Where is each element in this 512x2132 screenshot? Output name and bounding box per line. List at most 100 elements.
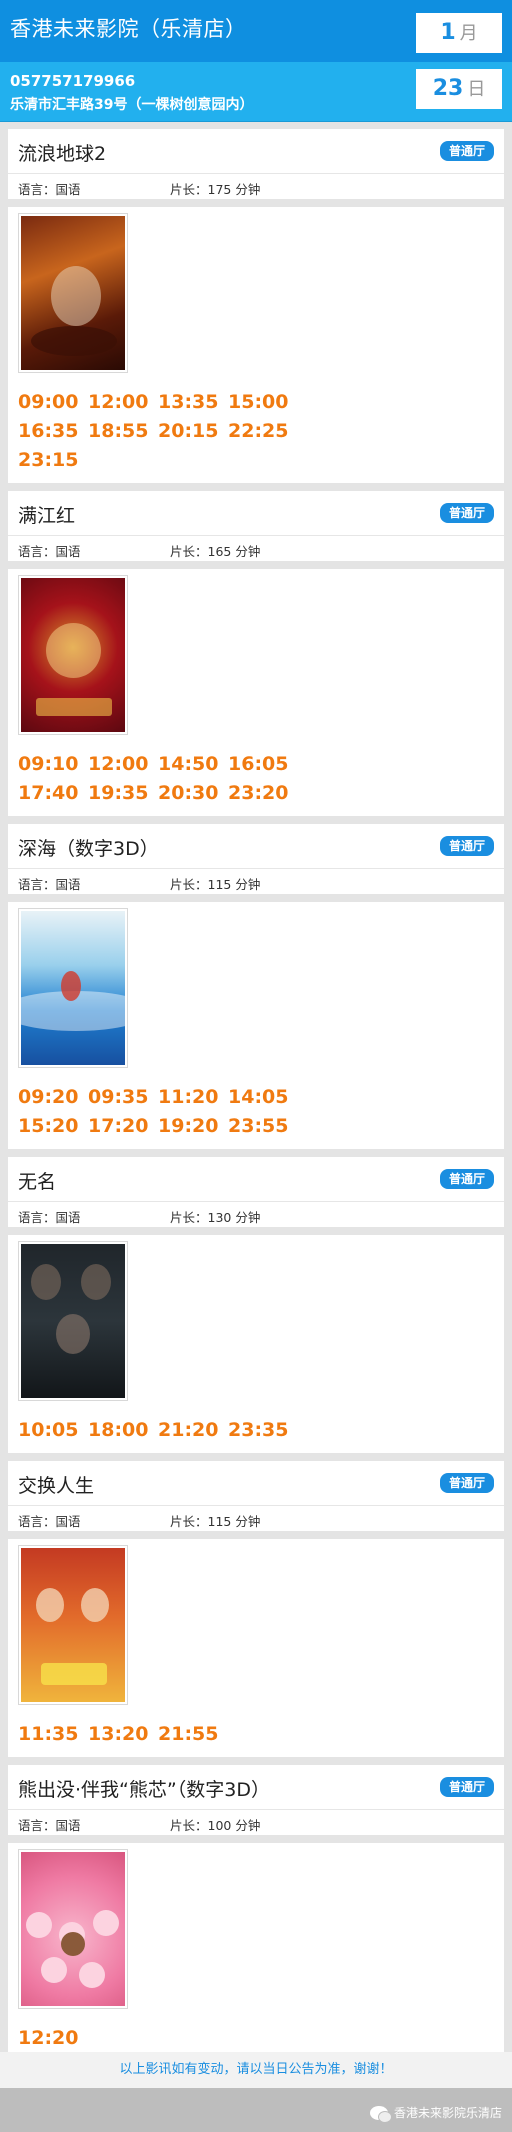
day-box: 23 日 bbox=[416, 69, 502, 109]
showtimes: 10:05 18:00 21:20 23:35 bbox=[18, 1417, 308, 1443]
showtime[interactable]: 09:20 bbox=[18, 1084, 88, 1110]
movie-language: 语言：国语 bbox=[18, 182, 81, 197]
showtime[interactable]: 10:05 bbox=[18, 1417, 88, 1443]
movie-header: 满江红 普通厅 bbox=[8, 491, 504, 535]
showtime[interactable]: 13:35 bbox=[158, 389, 228, 415]
showtime[interactable]: 16:05 bbox=[228, 751, 298, 777]
wechat-icon bbox=[369, 2105, 392, 2123]
showtime[interactable]: 18:55 bbox=[88, 418, 158, 444]
movie-card: 流浪地球2 普通厅 语言：国语 片长：175 分钟 09:00 12:00 13… bbox=[8, 129, 504, 483]
showtime[interactable]: 22:25 bbox=[228, 418, 298, 444]
showtime[interactable]: 20:30 bbox=[158, 780, 228, 806]
showtime[interactable]: 15:20 bbox=[18, 1113, 88, 1139]
showtime[interactable]: 11:20 bbox=[158, 1084, 228, 1110]
showtime[interactable]: 17:20 bbox=[88, 1113, 158, 1139]
page: 香港未来影院（乐清店） 1月 057757179966 乐清市汇丰路39号（一棵… bbox=[0, 0, 512, 2132]
showtime[interactable]: 09:00 bbox=[18, 389, 88, 415]
showtime[interactable]: 09:10 bbox=[18, 751, 88, 777]
movie-title[interactable]: 流浪地球2 bbox=[18, 139, 106, 166]
showtimes: 12:20 bbox=[18, 2025, 308, 2051]
showtimes: 09:20 09:35 11:20 14:05 15:20 17:20 19:2… bbox=[18, 1084, 308, 1139]
movie-card: 熊出没·伴我“熊芯”（数字3D） 普通厅 语言：国语 片长：100 分钟 12:… bbox=[8, 1765, 504, 2061]
showtimes: 11:35 13:20 21:55 bbox=[18, 1721, 308, 1747]
movie-poster[interactable] bbox=[18, 575, 128, 735]
movie-duration: 片长：115 分钟 bbox=[170, 877, 261, 892]
cinema-address: 乐清市汇丰路39号（一棵树创意园内） bbox=[10, 97, 254, 113]
poster-art bbox=[21, 1852, 125, 2006]
brand-name: 香港未来影院乐清店 bbox=[393, 2106, 502, 2120]
movie-title[interactable]: 深海（数字3D） bbox=[18, 834, 159, 861]
showtime[interactable]: 21:20 bbox=[158, 1417, 228, 1443]
hall-badge: 普通厅 bbox=[439, 1777, 494, 1797]
movie-header: 无名 普通厅 bbox=[8, 1157, 504, 1201]
movie-list: 流浪地球2 普通厅 语言：国语 片长：175 分钟 09:00 12:00 13… bbox=[0, 122, 512, 2061]
header-top: 香港未来影院（乐清店） 1月 bbox=[0, 0, 512, 62]
showtime[interactable]: 23:15 bbox=[18, 447, 88, 473]
showtime[interactable]: 14:50 bbox=[158, 751, 228, 777]
showtime[interactable]: 16:35 bbox=[18, 418, 88, 444]
brand-watermark: 香港未来影院乐清店 bbox=[369, 2104, 502, 2123]
poster-art bbox=[21, 578, 125, 732]
showtime[interactable]: 23:55 bbox=[228, 1113, 298, 1139]
movie-body: 12:20 bbox=[8, 1843, 504, 2061]
showtime[interactable]: 11:35 bbox=[18, 1721, 88, 1747]
showtime[interactable]: 20:15 bbox=[158, 418, 228, 444]
movie-card: 无名 普通厅 语言：国语 片长：130 分钟 10:05 18:00 21:20… bbox=[8, 1157, 504, 1453]
movie-language: 语言：国语 bbox=[18, 877, 81, 892]
movie-poster[interactable] bbox=[18, 1849, 128, 2009]
movie-language: 语言：国语 bbox=[18, 1818, 81, 1833]
poster-art bbox=[21, 216, 125, 370]
hall-badge: 普通厅 bbox=[439, 503, 494, 523]
showtime[interactable]: 23:20 bbox=[228, 780, 298, 806]
showtime[interactable]: 12:20 bbox=[18, 2025, 88, 2051]
movie-poster[interactable] bbox=[18, 908, 128, 1068]
movie-duration: 片长：100 分钟 bbox=[170, 1818, 261, 1833]
showtime[interactable]: 17:40 bbox=[18, 780, 88, 806]
movie-header: 熊出没·伴我“熊芯”（数字3D） 普通厅 bbox=[8, 1765, 504, 1809]
month-box: 1月 bbox=[416, 13, 502, 53]
movie-title[interactable]: 满江红 bbox=[18, 501, 75, 528]
cinema-phone[interactable]: 057757179966 bbox=[10, 72, 135, 90]
showtime[interactable]: 15:00 bbox=[228, 389, 298, 415]
movie-info: 语言：国语 片长：115 分钟 bbox=[8, 868, 504, 894]
movie-card: 深海（数字3D） 普通厅 语言：国语 片长：115 分钟 09:20 09:35… bbox=[8, 824, 504, 1149]
movie-info: 语言：国语 片长：165 分钟 bbox=[8, 535, 504, 561]
showtime[interactable]: 14:05 bbox=[228, 1084, 298, 1110]
showtime[interactable]: 19:35 bbox=[88, 780, 158, 806]
showtime[interactable]: 12:00 bbox=[88, 751, 158, 777]
day-unit: 日 bbox=[467, 79, 486, 100]
movie-duration: 片长：130 分钟 bbox=[170, 1210, 261, 1225]
showtime[interactable]: 09:35 bbox=[88, 1084, 158, 1110]
movie-duration: 片长：165 分钟 bbox=[170, 544, 261, 559]
hall-badge: 普通厅 bbox=[439, 1169, 494, 1189]
showtime[interactable]: 13:20 bbox=[88, 1721, 158, 1747]
showtime[interactable]: 19:20 bbox=[158, 1113, 228, 1139]
movie-poster[interactable] bbox=[18, 1241, 128, 1401]
movie-body: 09:20 09:35 11:20 14:05 15:20 17:20 19:2… bbox=[8, 902, 504, 1149]
movie-title[interactable]: 熊出没·伴我“熊芯”（数字3D） bbox=[18, 1775, 270, 1802]
movie-language: 语言：国语 bbox=[18, 1514, 81, 1529]
movie-language: 语言：国语 bbox=[18, 1210, 81, 1225]
movie-info: 语言：国语 片长：175 分钟 bbox=[8, 173, 504, 199]
showtime[interactable]: 18:00 bbox=[88, 1417, 158, 1443]
footer-notice: 以上影讯如有变动，请以当日公告为准，谢谢！ bbox=[0, 2052, 512, 2088]
movie-title[interactable]: 交换人生 bbox=[18, 1471, 94, 1498]
poster-art bbox=[21, 911, 125, 1065]
movie-info: 语言：国语 片长：100 分钟 bbox=[8, 1809, 504, 1835]
hall-badge: 普通厅 bbox=[439, 141, 494, 161]
movie-card: 交换人生 普通厅 语言：国语 片长：115 分钟 11:35 13:20 21:… bbox=[8, 1461, 504, 1757]
hall-badge: 普通厅 bbox=[439, 836, 494, 856]
showtime[interactable]: 12:00 bbox=[88, 389, 158, 415]
movie-title[interactable]: 无名 bbox=[18, 1167, 56, 1194]
poster-art bbox=[21, 1548, 125, 1702]
showtimes: 09:10 12:00 14:50 16:05 17:40 19:35 20:3… bbox=[18, 751, 308, 806]
showtime[interactable]: 23:35 bbox=[228, 1417, 298, 1443]
month-unit: 月 bbox=[459, 23, 478, 44]
day-number: 23 bbox=[432, 76, 464, 101]
movie-language: 语言：国语 bbox=[18, 544, 81, 559]
showtime[interactable]: 21:55 bbox=[158, 1721, 228, 1747]
movie-poster[interactable] bbox=[18, 1545, 128, 1705]
movie-header: 交换人生 普通厅 bbox=[8, 1461, 504, 1505]
movie-card: 满江红 普通厅 语言：国语 片长：165 分钟 09:10 12:00 14:5… bbox=[8, 491, 504, 816]
movie-poster[interactable] bbox=[18, 213, 128, 373]
